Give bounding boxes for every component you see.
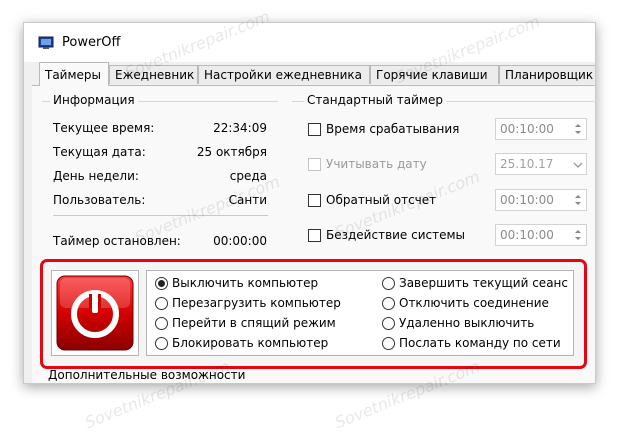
- radio-button[interactable]: [382, 337, 395, 350]
- power-icon[interactable]: [55, 274, 135, 355]
- action-panel: Выключить компьютер Перезагрузить компью…: [40, 259, 587, 369]
- monitor-icon: [38, 35, 54, 51]
- current-time-value: 22:34:09: [213, 121, 267, 135]
- spinner-arrows-icon[interactable]: [572, 121, 584, 137]
- tab-label: Настройки ежедневника: [204, 68, 363, 82]
- tab-timers[interactable]: Таймеры: [39, 62, 109, 86]
- tab-hotkeys[interactable]: Горячие клавиши: [370, 65, 499, 84]
- timer-status-value: 00:00:00: [213, 234, 267, 248]
- checkbox-box[interactable]: [308, 229, 321, 242]
- window-title: PowerOff: [62, 35, 121, 50]
- current-date-label: Текущая дата:: [53, 145, 146, 159]
- radio-label: Удаленно выключить: [399, 316, 535, 330]
- tab-diary[interactable]: Ежедневник: [109, 65, 198, 84]
- radio-button[interactable]: [382, 277, 395, 290]
- tab-label: Горячие клавиши: [376, 68, 488, 82]
- checkbox-box[interactable]: [308, 194, 321, 207]
- user-value: Санти: [228, 193, 267, 207]
- radio-label: Выключить компьютер: [172, 276, 319, 290]
- current-time-label: Текущее время:: [53, 121, 155, 135]
- tab-label: Ежедневник: [115, 68, 195, 82]
- timer-status-label: Таймер остановлен:: [53, 234, 181, 248]
- radio-label: Отключить соединение: [399, 296, 549, 310]
- radio-label: Перейти в спящий режим: [172, 316, 336, 330]
- weekday-label: День недели:: [53, 169, 139, 183]
- radio-label: Перезагрузить компьютер: [172, 296, 341, 310]
- radio-button[interactable]: [382, 317, 395, 330]
- countdown-value: 00:10:00: [500, 193, 554, 207]
- spinner-arrows-icon[interactable]: [572, 192, 584, 208]
- idle-value: 00:10:00: [500, 228, 554, 242]
- tab-label: Таймеры: [45, 68, 102, 82]
- radio-button[interactable]: [155, 317, 168, 330]
- checkbox-box[interactable]: [308, 158, 321, 171]
- timer-group-title: Стандартный таймер: [304, 93, 446, 107]
- tab-label: Планировщик: [505, 68, 594, 82]
- radio-label: Завершить текущий сеанс: [399, 276, 568, 290]
- trigger-time-spinner[interactable]: 00:10:00: [495, 118, 587, 140]
- title-bar[interactable]: PowerOff: [24, 23, 595, 62]
- spinner-arrows-icon[interactable]: [572, 227, 584, 243]
- extra-features-label: Дополнительные возможности: [48, 368, 246, 382]
- date-value: 25.10.17: [500, 157, 554, 171]
- date-picker[interactable]: 25.10.17: [495, 153, 587, 175]
- radio-button[interactable]: [155, 277, 168, 290]
- info-divider: [53, 215, 268, 216]
- idle-spinner[interactable]: 00:10:00: [495, 224, 587, 246]
- idle-label: Бездействие системы: [326, 228, 466, 242]
- radio-button[interactable]: [155, 337, 168, 350]
- countdown-label: Обратный отсчет: [326, 193, 437, 207]
- weekday-value: среда: [229, 169, 267, 183]
- radio-label: Блокировать компьютер: [172, 336, 329, 350]
- consider-date-label: Учитывать дату: [326, 157, 427, 171]
- radio-button[interactable]: [155, 297, 168, 310]
- chevron-down-icon[interactable]: [572, 157, 584, 173]
- tab-scheduler[interactable]: Планировщик: [499, 65, 595, 84]
- user-label: Пользователь:: [53, 193, 146, 207]
- checkbox-box[interactable]: [308, 123, 321, 136]
- current-date-value: 25 октября: [196, 145, 267, 159]
- info-group-title: Информация: [50, 93, 138, 107]
- action-options: Выключить компьютер Перезагрузить компью…: [146, 270, 574, 356]
- radio-button[interactable]: [382, 297, 395, 310]
- power-button-frame: [51, 270, 139, 356]
- radio-label: Послать команду по сети: [399, 336, 561, 350]
- countdown-spinner[interactable]: 00:10:00: [495, 189, 587, 211]
- tab-bar: Таймеры Ежедневник Настройки ежедневника…: [24, 62, 595, 86]
- tab-diary-settings[interactable]: Настройки ежедневника: [198, 65, 370, 84]
- trigger-time-label: Время срабатывания: [326, 122, 460, 136]
- trigger-time-value: 00:10:00: [500, 122, 554, 136]
